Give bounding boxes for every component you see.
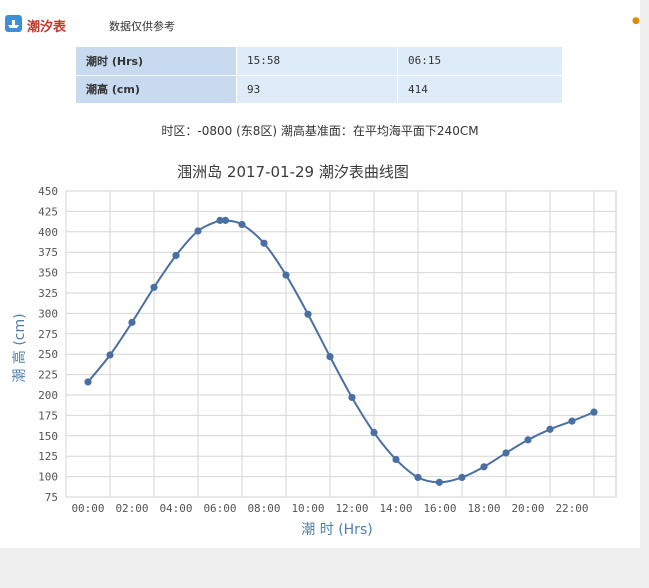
y-tick-label: 175 <box>38 409 58 422</box>
table-cell: 93 <box>236 74 398 104</box>
data-point[interactable] <box>348 393 356 402</box>
y-tick-label: 75 <box>45 491 58 504</box>
data-point[interactable] <box>568 417 576 425</box>
data-point[interactable] <box>435 478 443 486</box>
y-tick-label: 350 <box>38 267 58 280</box>
data-point[interactable] <box>106 351 114 359</box>
y-tick-label: 125 <box>38 450 58 463</box>
x-tick-label: 20:00 <box>511 502 544 515</box>
header: 潮汐表 数据仅供参考 ● <box>0 14 640 38</box>
row-label-height: 潮高 (cm) <box>75 74 237 104</box>
chart-title: 涠洲岛 2017-01-29 潮汐表曲线图 <box>177 163 409 181</box>
y-tick-label: 400 <box>38 226 58 239</box>
x-axis-ticks: 00:00 02:00 04:00 06:00 08:00 10:00 12:00 14:00… <box>71 502 588 515</box>
ship-icon <box>5 15 22 32</box>
x-tick-label: 08:00 <box>247 502 280 515</box>
y-tick-label: 200 <box>38 389 58 402</box>
data-point[interactable] <box>414 473 422 482</box>
tide-series <box>84 216 598 486</box>
row-label-time: 潮时 (Hrs) <box>75 46 237 76</box>
plot-frame <box>65 190 617 498</box>
data-point[interactable] <box>590 408 598 416</box>
table-cell: 06:15 <box>397 46 563 76</box>
tide-chart: 涠洲岛 2017-01-29 潮汐表曲线图 75 100 125 150 175 200 2… <box>11 163 617 538</box>
chart-grid <box>65 190 617 498</box>
table-cell: 15:58 <box>236 46 398 76</box>
tide-table: 潮时 (Hrs) 15:58 06:15 潮高 (cm) 93 414 <box>75 46 563 104</box>
x-tick-label: 02:00 <box>115 502 148 515</box>
data-point[interactable] <box>458 473 466 482</box>
y-tick-label: 275 <box>38 328 58 341</box>
data-point[interactable] <box>260 239 268 247</box>
x-tick-label: 16:00 <box>423 502 456 515</box>
data-point[interactable] <box>326 353 334 361</box>
x-tick-label: 12:00 <box>335 502 368 515</box>
x-tick-label: 00:00 <box>71 502 104 515</box>
data-point[interactable] <box>370 428 378 437</box>
y-axis-ticks: 75 100 125 150 175 200 225 250 275 300 325 350 375 40… <box>38 185 58 504</box>
x-tick-label: 10:00 <box>291 502 324 515</box>
data-point[interactable] <box>172 251 180 260</box>
y-axis-label: 潮 高 (cm) <box>11 313 28 382</box>
y-tick-label: 300 <box>38 307 58 320</box>
y-tick-label: 375 <box>38 246 58 259</box>
tide-line <box>87 218 595 484</box>
corner-mark-icon: ● <box>632 16 640 26</box>
data-point[interactable] <box>221 216 230 224</box>
y-tick-label: 425 <box>38 205 58 218</box>
data-point[interactable] <box>238 220 246 229</box>
x-tick-label: 22:00 <box>555 502 588 515</box>
x-tick-label: 18:00 <box>467 502 500 515</box>
data-point[interactable] <box>392 455 400 464</box>
y-tick-label: 325 <box>38 287 58 300</box>
y-tick-label: 225 <box>38 369 58 382</box>
y-tick-label: 250 <box>38 348 58 361</box>
data-point[interactable] <box>546 425 554 433</box>
data-point[interactable] <box>282 271 290 279</box>
data-point[interactable] <box>304 310 312 318</box>
data-point[interactable] <box>150 283 158 291</box>
app-title: 潮汐表 <box>27 20 67 35</box>
app-subtitle: 数据仅供参考 <box>109 20 175 33</box>
table-row: 潮高 (cm) 93 414 <box>75 74 563 104</box>
page: 潮汐表 数据仅供参考 ● 潮时 (Hrs) 15:58 06:15 潮高 (cm… <box>0 0 640 548</box>
table-cell: 414 <box>397 74 563 104</box>
table-row: 潮时 (Hrs) 15:58 06:15 <box>75 46 563 76</box>
data-point[interactable] <box>194 227 202 235</box>
data-point[interactable] <box>502 449 510 457</box>
y-tick-label: 100 <box>38 471 58 484</box>
x-tick-label: 04:00 <box>159 502 192 515</box>
y-tick-label: 450 <box>38 185 58 198</box>
data-point[interactable] <box>84 378 92 386</box>
timezone-note: 时区：-0800 (东8区) 潮高基准面：在平均海平面下240CM <box>161 124 479 138</box>
data-point[interactable] <box>128 318 136 326</box>
x-tick-label: 06:00 <box>203 502 236 515</box>
y-tick-label: 150 <box>38 430 58 443</box>
data-point[interactable] <box>524 436 532 444</box>
x-axis-label: 潮 时 (Hrs) <box>301 522 372 538</box>
x-tick-label: 14:00 <box>379 502 412 515</box>
data-point[interactable] <box>480 463 488 471</box>
